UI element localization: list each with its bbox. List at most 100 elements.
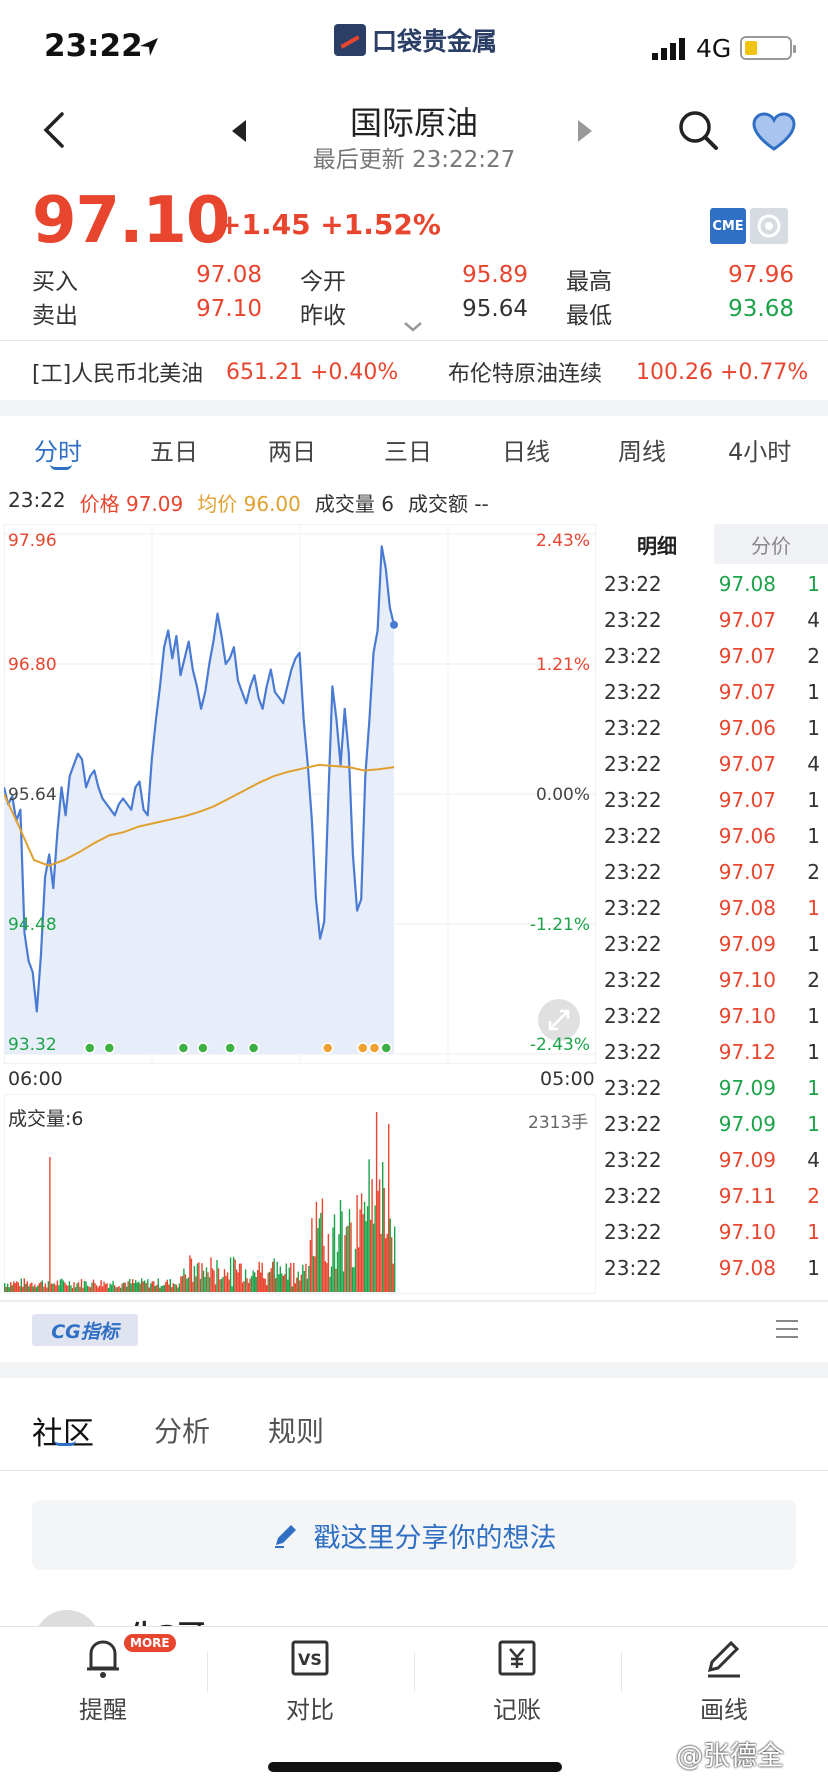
volume-bar	[291, 1286, 293, 1292]
prev-close-label: 昨收	[300, 303, 346, 329]
tab-4hour[interactable]: 4小时	[728, 432, 791, 467]
volume-max: 2313手	[528, 1113, 589, 1133]
tab-community[interactable]: 社区	[32, 1408, 94, 1453]
trade-row: 23:22 97.06 1	[600, 818, 822, 854]
trade-volume: 1	[807, 824, 820, 848]
volume-bar	[275, 1278, 277, 1292]
tab-daily[interactable]: 日线	[502, 432, 550, 467]
settings-gear-icon[interactable]	[750, 208, 788, 244]
event-marker	[247, 1042, 260, 1054]
trade-list[interactable]: 23:22 97.08 1 23:22 97.07 4 23:22 97.07 2 23:22 97…	[600, 566, 822, 1298]
info-price: 价格 97.09	[79, 492, 184, 516]
volume-bar	[392, 1263, 394, 1292]
compare-button[interactable]: VS 对比	[240, 1636, 380, 1725]
related-name-2[interactable]: 布伦特原油连续	[448, 356, 602, 388]
volume-bar	[375, 1112, 378, 1292]
divider	[0, 1470, 828, 1471]
volume-bar	[366, 1206, 369, 1292]
tab-3day[interactable]: 三日	[384, 432, 432, 467]
share-thought-input[interactable]: 戳这里分享你的想法	[32, 1500, 796, 1570]
volume-bar	[250, 1276, 253, 1292]
volume-bar	[299, 1280, 301, 1292]
volume-bar	[326, 1263, 328, 1292]
event-marker	[321, 1042, 334, 1054]
trade-price: 97.10	[718, 1220, 776, 1244]
trade-row: 23:22 97.07 2	[600, 638, 822, 674]
y-tick-label: 94.48	[8, 915, 57, 935]
info-volume: 成交量 6	[314, 492, 394, 516]
tab-5day[interactable]: 五日	[150, 432, 198, 467]
search-icon[interactable]	[676, 108, 720, 152]
draw-line-button[interactable]: 画线	[654, 1636, 794, 1725]
volume-bar	[276, 1261, 278, 1292]
volume-chart[interactable]	[4, 1094, 596, 1294]
pct-tick-label: 1.21%	[536, 655, 590, 675]
trade-time: 23:22	[604, 1004, 662, 1028]
cg-indicator-button[interactable]: CG指标	[32, 1314, 138, 1346]
x-axis-start: 06:00	[8, 1068, 63, 1090]
menu-icon[interactable]	[776, 1320, 798, 1338]
trade-time: 23:22	[604, 1076, 662, 1100]
volume-bar	[266, 1285, 268, 1292]
section-gap	[0, 400, 828, 416]
volume-bar	[385, 1238, 387, 1292]
volume-bar	[43, 1286, 45, 1292]
volume-bar	[147, 1279, 149, 1292]
volume-bar	[61, 1278, 63, 1292]
related-name-1[interactable]: [工]人民币北美油	[32, 356, 203, 388]
volume-bar	[138, 1281, 140, 1292]
volume-bar	[244, 1269, 247, 1292]
volume-bar	[184, 1274, 187, 1292]
trade-row: 23:22 97.07 1	[600, 674, 822, 710]
volume-bar	[344, 1235, 346, 1292]
volume-bar	[46, 1287, 48, 1292]
trade-volume: 4	[807, 608, 820, 632]
trade-time: 23:22	[604, 1112, 662, 1136]
event-marker	[103, 1042, 116, 1054]
logo-mark-icon	[334, 24, 366, 56]
volume-bar	[318, 1218, 321, 1292]
trade-price: 97.06	[718, 824, 776, 848]
status-time: 23:22	[44, 28, 143, 64]
trade-volume: 1	[807, 896, 820, 920]
volume-bar	[35, 1287, 37, 1292]
volume-bar	[190, 1258, 193, 1292]
cme-exchange-badge[interactable]: CME	[710, 208, 746, 244]
volume-bar	[198, 1262, 200, 1292]
tab-by-price[interactable]: 分价	[714, 524, 828, 564]
volume-bar	[252, 1270, 254, 1292]
volume-bar	[269, 1271, 271, 1292]
volume-bar	[115, 1287, 117, 1292]
volume-bar	[13, 1281, 15, 1292]
tab-analysis[interactable]: 分析	[154, 1410, 210, 1450]
favorite-heart-icon[interactable]	[752, 112, 796, 152]
volume-bar	[168, 1284, 170, 1292]
tab-weekly[interactable]: 周线	[618, 432, 666, 467]
trade-volume: 2	[807, 968, 820, 992]
volume-bar	[55, 1285, 57, 1292]
trade-time: 23:22	[604, 1220, 662, 1244]
volume-bar	[154, 1285, 156, 1292]
volume-bar	[391, 1237, 393, 1292]
volume-bar	[204, 1277, 206, 1292]
volume-bar	[40, 1281, 42, 1292]
volume-bar	[86, 1285, 89, 1292]
tab-2day[interactable]: 两日	[268, 432, 316, 467]
trade-price: 97.09	[718, 932, 776, 956]
volume-bar	[153, 1281, 155, 1292]
volume-bar	[77, 1282, 80, 1292]
expand-chevron-icon[interactable]	[402, 320, 424, 334]
tab-intraday[interactable]: 分时	[34, 432, 82, 467]
tab-ticks[interactable]: 明细	[600, 524, 714, 564]
divider	[0, 1300, 828, 1302]
intraday-price-chart[interactable]: 97.96 2.43% 96.80 1.21% 95.64 0.00% 94.48 -1.21…	[4, 524, 596, 1064]
ledger-button[interactable]: 记账	[447, 1636, 587, 1725]
volume-bar	[148, 1287, 150, 1292]
watermark: @张德全	[676, 1741, 784, 1772]
volume-bar	[305, 1263, 307, 1292]
bid-value: 97.08	[196, 262, 262, 288]
next-instrument-arrow-icon[interactable]	[578, 120, 592, 142]
volume-bar	[372, 1223, 375, 1292]
volume-bar	[101, 1286, 104, 1292]
tab-rules[interactable]: 规则	[268, 1410, 324, 1450]
